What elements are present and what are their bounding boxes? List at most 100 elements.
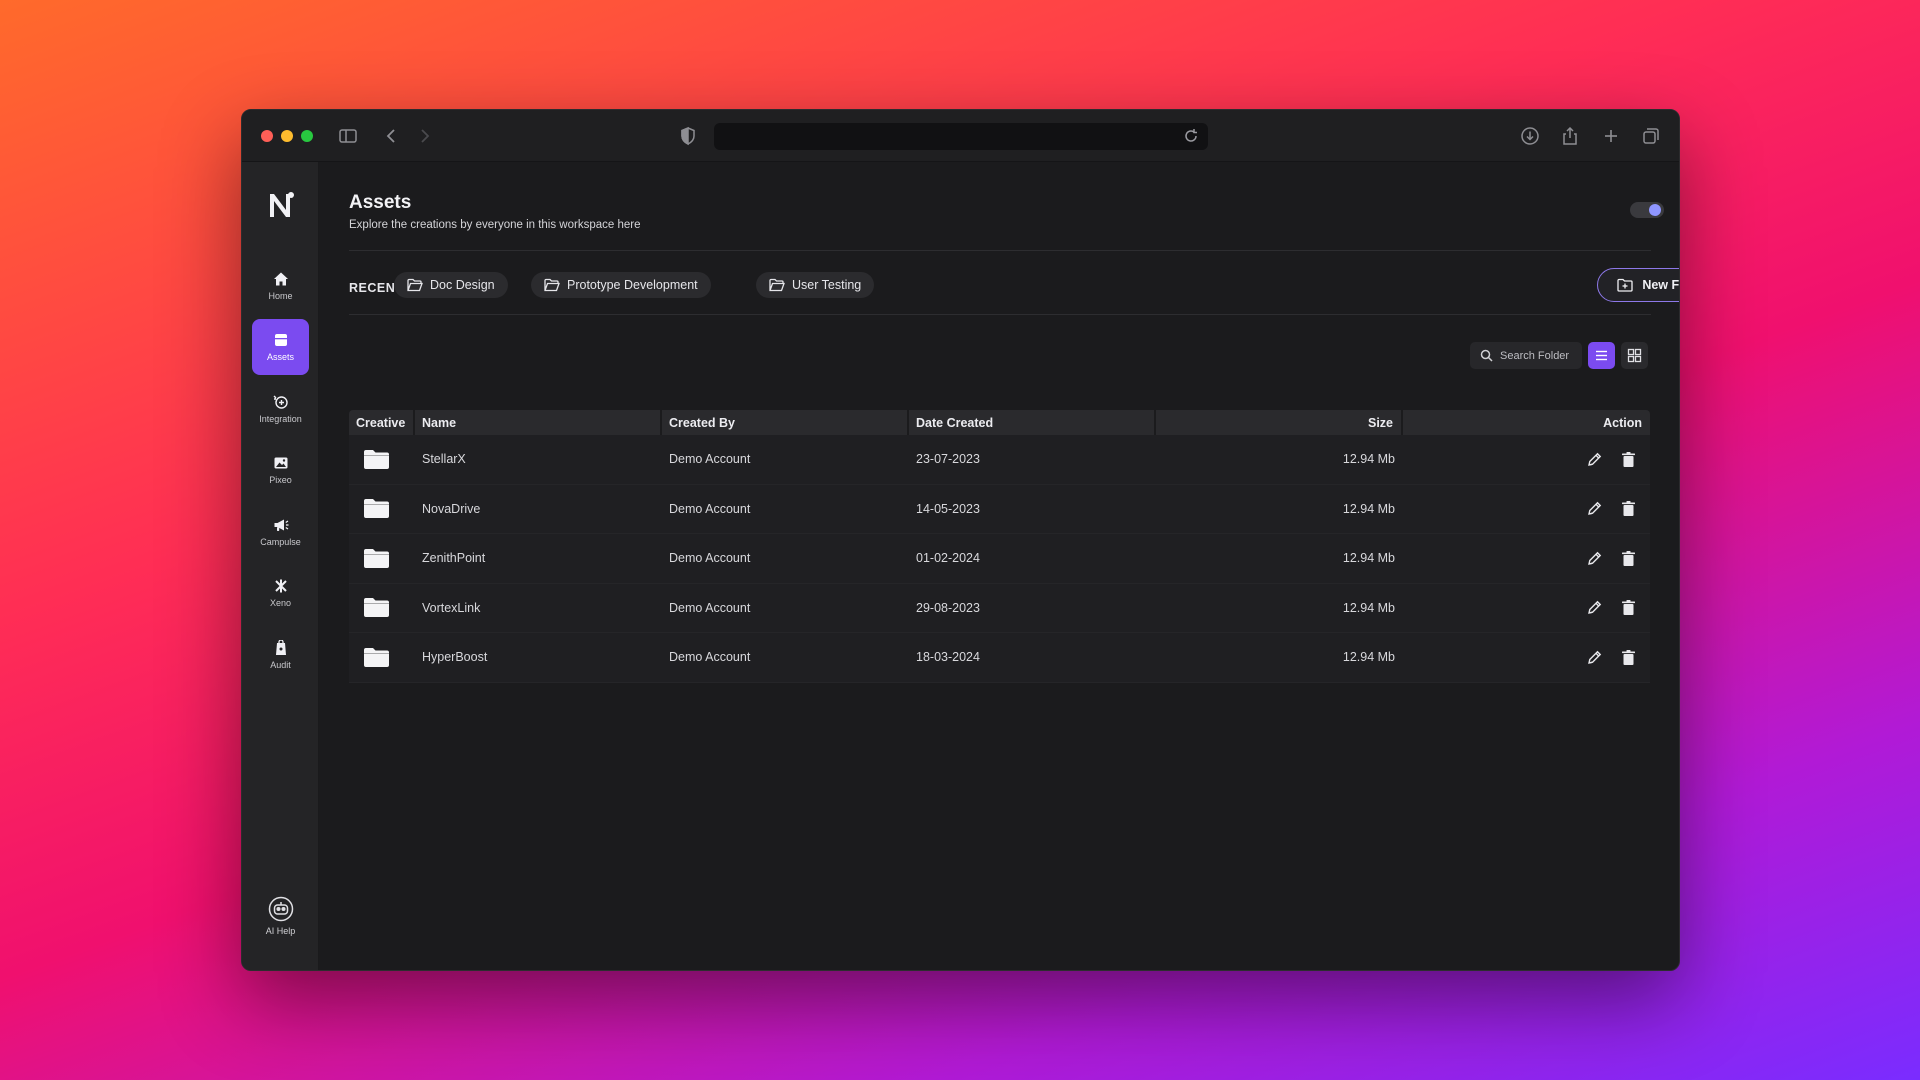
action-cell	[1403, 633, 1650, 682]
column-header-name[interactable]: Name	[415, 410, 662, 435]
ai-help-button[interactable]: AI Help	[252, 896, 309, 946]
folder-icon	[364, 598, 389, 618]
window-controls	[261, 130, 313, 142]
table-row[interactable]: ZenithPoint Demo Account 01-02-2024 12.9…	[349, 534, 1650, 584]
megaphone-icon	[274, 519, 288, 531]
folder-icon	[364, 449, 389, 469]
delete-trash-icon[interactable]	[1620, 649, 1637, 666]
audit-icon	[275, 640, 286, 655]
created-by-cell: Demo Account	[669, 501, 751, 516]
delete-trash-icon[interactable]	[1620, 451, 1637, 468]
forward-icon[interactable]	[414, 126, 434, 146]
list-icon	[1596, 350, 1607, 361]
created-by-cell: Demo Account	[669, 452, 751, 467]
sidebar-item-label: Integration	[259, 414, 302, 424]
image-icon	[274, 457, 287, 469]
robot-icon	[268, 896, 293, 922]
column-header-date-created[interactable]: Date Created	[909, 410, 1156, 435]
creative-cell	[349, 435, 415, 484]
minimize-window-button[interactable]	[281, 130, 293, 142]
reload-icon[interactable]	[1182, 127, 1200, 145]
folder-open-icon	[544, 278, 560, 292]
tabs-overview-icon[interactable]	[1641, 126, 1661, 146]
grid-view-button[interactable]	[1621, 342, 1648, 369]
search-placeholder: Search Folder	[1500, 349, 1570, 362]
created-by-cell: Demo Account	[669, 650, 751, 665]
close-window-button[interactable]	[261, 130, 273, 142]
edit-pencil-icon[interactable]	[1586, 649, 1603, 666]
back-icon[interactable]	[382, 126, 402, 146]
share-icon[interactable]	[1560, 126, 1580, 146]
column-header-creative[interactable]: Creative	[349, 410, 415, 435]
recent-chip-doc-design[interactable]: Doc Design	[394, 272, 508, 298]
sidebar-item-label: Home	[268, 291, 293, 301]
assets-table: Creative Name Created By Date Created Si…	[349, 410, 1650, 683]
search-folder-input[interactable]: Search Folder	[1470, 342, 1582, 369]
edit-pencil-icon[interactable]	[1586, 500, 1603, 517]
column-header-size[interactable]: Size	[1156, 410, 1403, 435]
folder-icon	[364, 499, 389, 519]
action-cell	[1403, 485, 1650, 534]
list-view-button[interactable]	[1588, 342, 1615, 369]
created-by-cell: Demo Account	[669, 600, 751, 615]
sidebar-item-pixeo[interactable]: Pixeo	[252, 442, 309, 498]
column-header-created-by[interactable]: Created By	[662, 410, 909, 435]
size-cell: 12.94 Mb	[1342, 650, 1395, 665]
folder-icon	[364, 548, 389, 568]
sidebar-toggle-icon[interactable]	[338, 126, 358, 146]
table-row[interactable]: StellarX Demo Account 23-07-2023 12.94 M…	[349, 435, 1650, 485]
name-cell[interactable]: StellarX	[415, 435, 662, 484]
delete-trash-icon[interactable]	[1620, 599, 1637, 616]
sidebar-item-label: Xeno	[269, 598, 292, 608]
chip-label: User Testing	[792, 278, 862, 292]
name-cell[interactable]: NovaDrive	[415, 485, 662, 534]
action-cell	[1403, 534, 1650, 583]
recent-chip-user-testing[interactable]: User Testing	[756, 272, 875, 298]
date-created-cell: 14-05-2023	[916, 501, 980, 516]
sidebar-item-assets[interactable]: Assets	[252, 319, 309, 375]
shield-icon[interactable]	[678, 126, 698, 146]
name-cell[interactable]: ZenithPoint	[415, 534, 662, 583]
sidebar-item-xeno[interactable]: Xeno	[252, 565, 309, 621]
recent-chip-prototype-development[interactable]: Prototype Development	[531, 272, 711, 298]
edit-pencil-icon[interactable]	[1586, 451, 1603, 468]
table-body: StellarX Demo Account 23-07-2023 12.94 M…	[349, 435, 1650, 683]
sidebar-item-audit[interactable]: Audit	[252, 627, 309, 683]
edit-pencil-icon[interactable]	[1586, 550, 1603, 567]
created-by-cell: Demo Account	[669, 551, 751, 566]
date-created-cell: 18-03-2024	[916, 650, 980, 665]
size-cell: 12.94 Mb	[1342, 551, 1395, 566]
ai-help-label: AI Help	[265, 926, 296, 936]
size-cell: 12.94 Mb	[1342, 501, 1395, 516]
folder-icon	[364, 647, 389, 667]
xeno-icon	[274, 579, 287, 593]
name-cell[interactable]: VortexLink	[415, 584, 662, 633]
table-row[interactable]: NovaDrive Demo Account 14-05-2023 12.94 …	[349, 484, 1650, 534]
edit-pencil-icon[interactable]	[1586, 599, 1603, 616]
theme-toggle[interactable]	[1630, 202, 1664, 218]
folder-open-icon	[407, 278, 423, 292]
delete-trash-icon[interactable]	[1620, 500, 1637, 517]
column-header-action: Action	[1603, 415, 1642, 430]
grid-icon	[1627, 348, 1642, 363]
table-row[interactable]: HyperBoost Demo Account 18-03-2024 12.94…	[349, 633, 1650, 683]
table-row[interactable]: VortexLink Demo Account 29-08-2023 12.94…	[349, 583, 1650, 633]
folder-plus-icon	[1617, 278, 1633, 292]
sidebar-item-integration[interactable]: Integration	[252, 381, 309, 437]
creative-cell	[349, 633, 415, 682]
delete-trash-icon[interactable]	[1620, 550, 1637, 567]
app-logo[interactable]	[266, 190, 296, 220]
sidebar-item-label: Audit	[270, 660, 291, 670]
table-header: Creative Name Created By Date Created Si…	[349, 410, 1650, 435]
sidebar-item-home[interactable]: Home	[252, 258, 309, 314]
sidebar-item-label: Assets	[266, 352, 294, 362]
new-tab-icon[interactable]	[1601, 126, 1621, 146]
new-folder-button[interactable]: New Folder	[1597, 268, 1680, 302]
address-bar[interactable]	[714, 123, 1208, 150]
recent-divider	[349, 314, 1651, 315]
new-folder-label: New Folder	[1642, 278, 1680, 292]
download-icon[interactable]	[1520, 126, 1540, 146]
zoom-window-button[interactable]	[301, 130, 313, 142]
name-cell[interactable]: HyperBoost	[415, 633, 662, 682]
sidebar-item-campulse[interactable]: Campulse	[252, 504, 309, 560]
